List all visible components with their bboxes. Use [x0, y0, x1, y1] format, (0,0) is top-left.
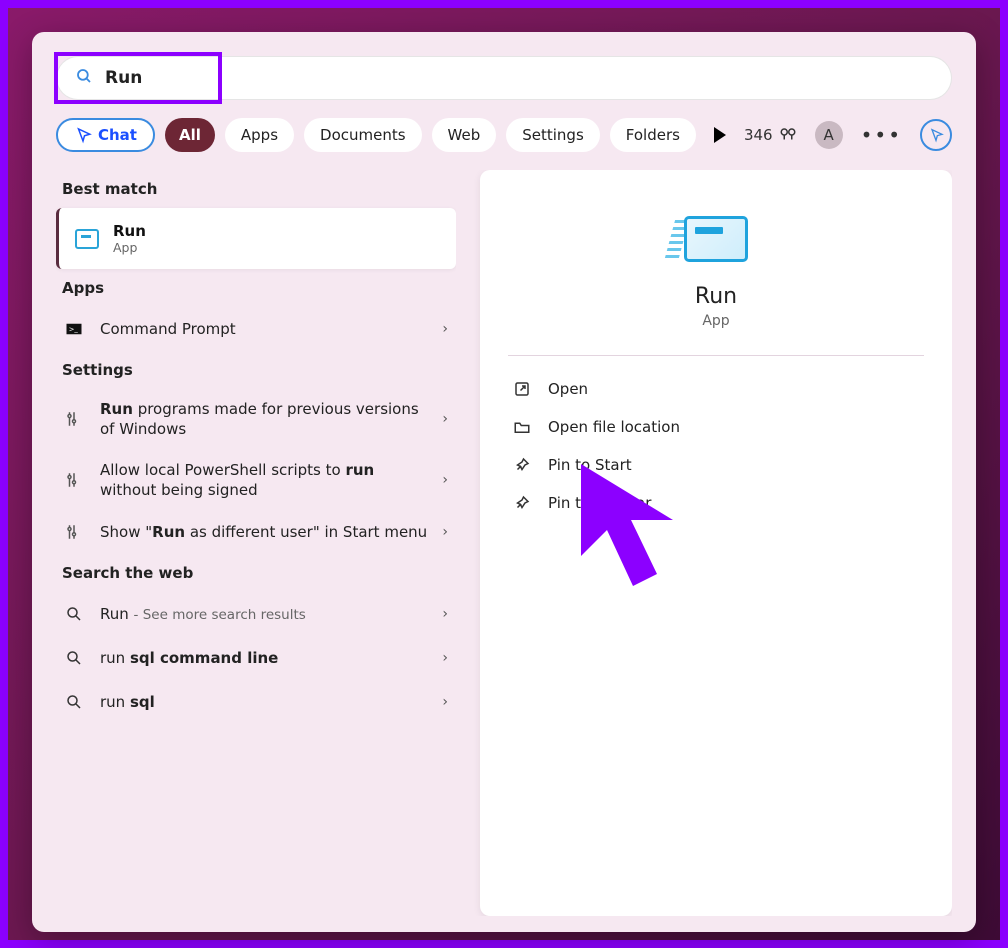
chevron-right-icon: ›	[442, 472, 448, 488]
preview-subtitle: App	[508, 313, 924, 329]
preview-pane: Run App Open Open file location Pin to S…	[480, 170, 952, 916]
web-item[interactable]: run sql ›	[56, 680, 456, 724]
divider	[508, 355, 924, 356]
pin-icon	[512, 494, 532, 512]
chevron-right-icon: ›	[442, 321, 448, 337]
pill-web[interactable]: Web	[432, 118, 497, 152]
best-match-subtitle: App	[113, 240, 146, 255]
pill-all[interactable]: All	[165, 118, 215, 152]
settings-item[interactable]: Show "Run as different user" in Start me…	[56, 510, 456, 554]
settings-item[interactable]: Run programs made for previous versions …	[56, 389, 456, 450]
pill-apps[interactable]: Apps	[225, 118, 294, 152]
action-pin-start[interactable]: Pin to Start	[508, 446, 924, 484]
section-settings: Settings	[62, 361, 456, 379]
action-pin-taskbar[interactable]: Pin to taskbar	[508, 484, 924, 522]
results-column: Best match Run App Apps >_ Command Promp…	[56, 170, 456, 916]
filter-pills: Chat All Apps Documents Web Settings Fol…	[56, 118, 952, 152]
tools-icon	[62, 407, 86, 431]
web-item[interactable]: run sql command line ›	[56, 636, 456, 680]
rewards-points[interactable]: 346	[744, 126, 797, 144]
pill-chat[interactable]: Chat	[56, 118, 155, 152]
pills-right: 346 A •••	[714, 119, 952, 151]
hero-run-icon	[508, 216, 924, 262]
chevron-right-icon: ›	[442, 606, 448, 622]
section-best-match: Best match	[62, 180, 456, 198]
chevron-right-icon: ›	[442, 524, 448, 540]
search-icon	[62, 602, 86, 626]
pill-folders[interactable]: Folders	[610, 118, 696, 152]
preview-title: Run	[508, 284, 924, 309]
terminal-icon: >_	[62, 317, 86, 341]
action-open-file-location[interactable]: Open file location	[508, 408, 924, 446]
run-icon	[75, 227, 99, 251]
svg-text:>_: >_	[69, 325, 79, 333]
folder-icon	[512, 418, 532, 436]
search-input[interactable]	[105, 68, 933, 88]
pin-icon	[512, 456, 532, 474]
open-icon	[512, 380, 532, 398]
best-match-item[interactable]: Run App	[56, 208, 456, 269]
pill-settings[interactable]: Settings	[506, 118, 600, 152]
pill-documents[interactable]: Documents	[304, 118, 422, 152]
bing-icon[interactable]	[920, 119, 952, 151]
search-icon	[62, 646, 86, 670]
more-icon[interactable]: •••	[861, 123, 902, 147]
search-icon	[62, 690, 86, 714]
chevron-right-icon: ›	[442, 650, 448, 666]
settings-item[interactable]: Allow local PowerShell scripts to run wi…	[56, 450, 456, 511]
section-search-web: Search the web	[62, 564, 456, 582]
search-icon	[75, 67, 93, 89]
chevron-right-icon: ›	[442, 411, 448, 427]
action-open[interactable]: Open	[508, 370, 924, 408]
app-item-command-prompt[interactable]: >_ Command Prompt ›	[56, 307, 456, 351]
web-item[interactable]: Run - See more search results ›	[56, 592, 456, 636]
pill-chat-label: Chat	[98, 126, 137, 144]
search-row	[56, 56, 952, 100]
section-apps: Apps	[62, 279, 456, 297]
chevron-right-icon: ›	[442, 694, 448, 710]
start-search-panel: Chat All Apps Documents Web Settings Fol…	[32, 32, 976, 932]
avatar[interactable]: A	[815, 121, 843, 149]
play-icon[interactable]	[714, 127, 726, 143]
best-match-title: Run	[113, 222, 146, 240]
tools-icon	[62, 520, 86, 544]
search-box[interactable]	[56, 56, 952, 100]
tools-icon	[62, 468, 86, 492]
